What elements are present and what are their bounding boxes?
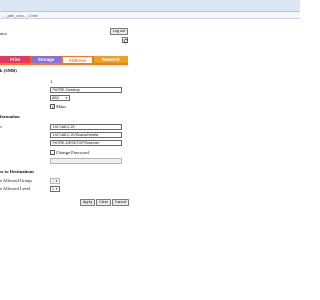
name-field[interactable]: PATRE-Desktop bbox=[50, 87, 122, 93]
tab-address[interactable]: Address bbox=[62, 55, 93, 63]
logout-button[interactable]: Log out bbox=[110, 28, 128, 35]
ip-field[interactable]: 192.168.0.20 bbox=[50, 124, 122, 130]
clear-button[interactable]: Clear bbox=[96, 199, 111, 206]
allowed-level-label: e Allowed Level bbox=[0, 186, 31, 191]
apply-button[interactable]: Apply bbox=[80, 199, 95, 206]
refresh-icon[interactable] bbox=[122, 37, 128, 43]
allowed-level-select[interactable]: 1 ▼ bbox=[50, 186, 60, 192]
row-label: s bbox=[0, 124, 2, 129]
section-title-smb: k (SMB) bbox=[0, 68, 17, 73]
page-title: ator bbox=[0, 31, 7, 36]
allowed-group-label: e Allowed Group bbox=[0, 178, 32, 183]
tab-network[interactable]: Network bbox=[94, 56, 128, 63]
chevron-down-icon: ▼ bbox=[55, 187, 58, 191]
type-select[interactable]: ABC ▼ bbox=[50, 95, 70, 101]
password-field[interactable] bbox=[50, 158, 122, 164]
section-title-access: ss to Destinations bbox=[0, 169, 34, 174]
user-field[interactable]: PATRE-DESKTOP/Scanner bbox=[50, 140, 122, 146]
main-label: Main bbox=[56, 103, 66, 109]
browser-address-bar[interactable]: ...._path_conp..._1.html bbox=[0, 12, 300, 19]
tab-underline bbox=[0, 63, 128, 65]
change-password-label: Change Password bbox=[56, 149, 89, 155]
path-field[interactable]: 192.168.0.20/Scans/Kemia bbox=[50, 132, 122, 138]
chevron-down-icon: ▼ bbox=[55, 179, 58, 183]
change-password-checkbox[interactable] bbox=[50, 150, 55, 155]
section-title-information: formation bbox=[0, 114, 20, 119]
entry-number: 1 bbox=[50, 79, 53, 84]
cancel-button[interactable]: Cancel bbox=[112, 199, 129, 206]
allowed-group-select[interactable]: 1 ▼ bbox=[50, 178, 60, 184]
tab-storage[interactable]: Storage bbox=[31, 56, 61, 63]
browser-toolbar bbox=[0, 0, 300, 12]
main-checkbox[interactable] bbox=[50, 104, 55, 109]
tab-print[interactable]: Print bbox=[0, 56, 30, 63]
chevron-down-icon: ▼ bbox=[65, 96, 68, 100]
address-bar-url: ...._path_conp..._1.html bbox=[2, 13, 38, 18]
